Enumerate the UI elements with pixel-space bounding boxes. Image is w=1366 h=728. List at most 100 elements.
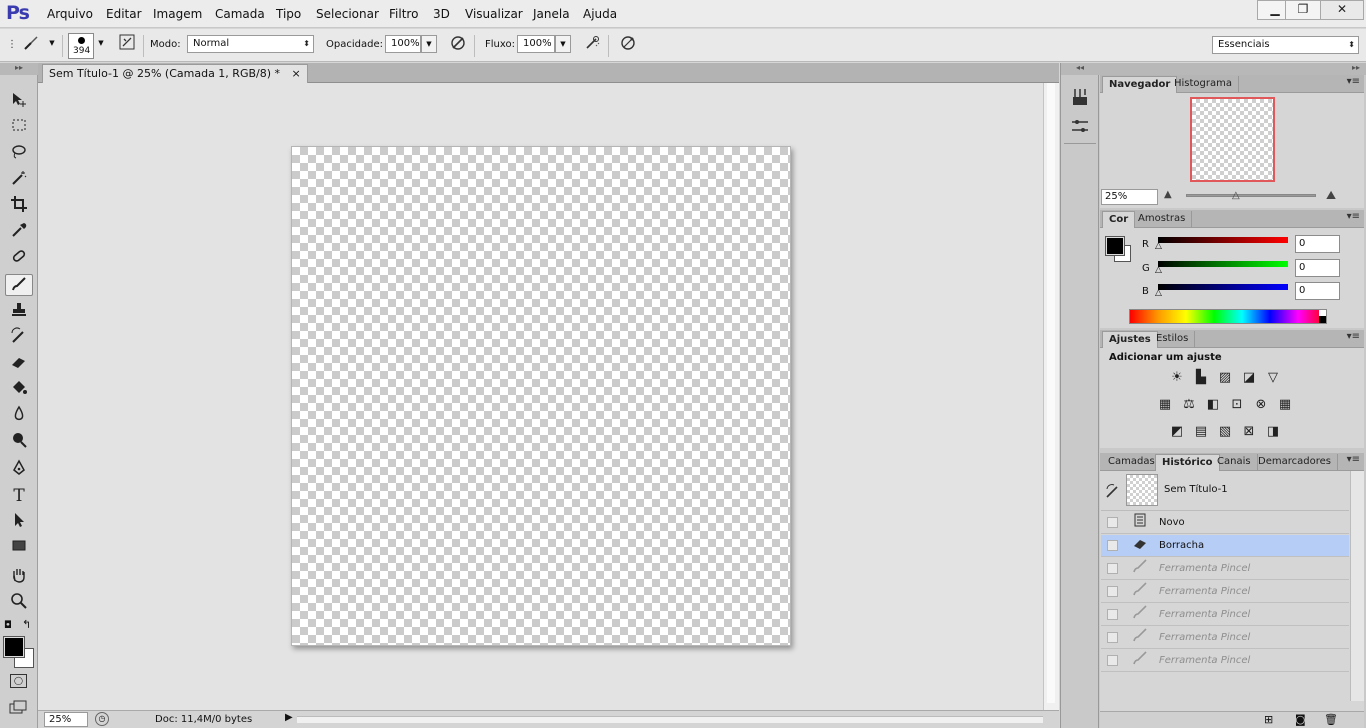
pressure-size-icon[interactable] — [617, 34, 639, 56]
selective-color-icon[interactable]: ⊠ — [1240, 424, 1258, 440]
clone-stamp-icon[interactable] — [5, 301, 33, 323]
black-white-icon[interactable]: ◧ — [1204, 397, 1222, 413]
history-step[interactable]: Ferramenta Pincel — [1101, 650, 1349, 672]
airbrush-icon[interactable] — [581, 34, 603, 56]
history-brush-icon[interactable] — [5, 327, 33, 349]
path-selection-icon[interactable] — [5, 511, 33, 533]
marquee-icon[interactable] — [5, 117, 33, 139]
tab-historico[interactable]: Histórico — [1155, 454, 1220, 471]
menu-editar[interactable]: Editar — [106, 7, 142, 21]
foreground-color-swatch[interactable] — [3, 636, 25, 658]
hand-icon[interactable] — [5, 566, 33, 588]
zoom-input[interactable]: 25% — [44, 712, 88, 727]
crop-icon[interactable] — [5, 195, 33, 217]
menu-arquivo[interactable]: Arquivo — [47, 7, 93, 21]
tab-camadas[interactable]: Camadas — [1102, 454, 1162, 471]
dodge-icon[interactable] — [5, 431, 33, 453]
color-foreground-swatch[interactable] — [1105, 236, 1125, 256]
status-menu-arrow-icon[interactable]: ▶ — [285, 712, 293, 723]
navigator-zoom-input[interactable]: 25% — [1101, 189, 1158, 205]
brush-panel-toggle-icon[interactable] — [116, 34, 138, 56]
g-slider-thumb-icon[interactable]: △ — [1155, 265, 1162, 275]
color-balance-icon[interactable]: ⚖ — [1180, 397, 1198, 413]
levels-icon[interactable]: ▙ — [1192, 370, 1210, 386]
move-icon[interactable] — [5, 91, 33, 113]
threshold-icon[interactable]: ▧ — [1216, 424, 1234, 440]
menu-janela[interactable]: Janela — [533, 7, 570, 21]
delete-state-icon[interactable]: 🗑 — [1324, 713, 1338, 726]
menu-filtro[interactable]: Filtro — [389, 7, 418, 21]
r-slider-thumb-icon[interactable]: △ — [1155, 241, 1162, 251]
panels-collapse-icon[interactable]: ▸▸ — [1099, 63, 1366, 75]
history-source-checkbox[interactable] — [1107, 586, 1118, 597]
menu-tipo[interactable]: Tipo — [276, 7, 301, 21]
eyedropper-icon[interactable] — [5, 221, 33, 243]
history-step[interactable]: Borracha — [1101, 535, 1349, 557]
new-document-from-state-icon[interactable]: ⊞ — [1264, 713, 1273, 726]
r-slider[interactable] — [1158, 237, 1288, 243]
vertical-scrollbar[interactable] — [1043, 83, 1059, 710]
panel-menu-icon[interactable]: ▾≡ — [1347, 211, 1360, 222]
workspace-select[interactable]: Essenciais ⬍ — [1212, 36, 1359, 54]
g-slider[interactable] — [1158, 261, 1288, 267]
history-source-checkbox[interactable] — [1107, 563, 1118, 574]
posterize-icon[interactable]: ▤ — [1192, 424, 1210, 440]
brush-tool-preset-icon[interactable] — [20, 34, 42, 56]
history-step[interactable]: Ferramenta Pincel — [1101, 604, 1349, 626]
history-source-checkbox[interactable] — [1107, 517, 1118, 528]
tab-histograma[interactable]: Histograma — [1168, 76, 1240, 93]
panel-menu-icon[interactable]: ▾≡ — [1347, 76, 1360, 87]
history-source-checkbox[interactable] — [1107, 540, 1118, 551]
color-lookup-icon[interactable]: ▦ — [1276, 397, 1294, 413]
r-value-input[interactable]: 0 — [1295, 235, 1340, 253]
paint-bucket-icon[interactable] — [5, 379, 33, 401]
tab-demarcadores[interactable]: Demarcadores — [1252, 454, 1338, 471]
pressure-opacity-icon[interactable] — [447, 34, 469, 56]
swap-colors-icon[interactable]: ↰ — [22, 618, 31, 631]
zoom-icon[interactable] — [5, 592, 33, 614]
brush-presets-icon[interactable] — [1070, 87, 1090, 107]
dock-collapse-icon[interactable]: ◂◂ — [1061, 63, 1099, 75]
history-step[interactable]: Ferramenta Pincel — [1101, 558, 1349, 580]
menu-visualizar[interactable]: Visualizar — [465, 7, 523, 21]
menu-selecionar[interactable]: Selecionar — [316, 7, 379, 21]
healing-brush-icon[interactable] — [5, 247, 33, 269]
channel-mixer-icon[interactable]: ⊗ — [1252, 397, 1270, 413]
history-snapshot[interactable]: Sem Título-1 — [1101, 471, 1349, 511]
history-step[interactable]: Ferramenta Pincel — [1101, 627, 1349, 649]
zoom-in-icon[interactable]: ⛰ — [1326, 188, 1336, 203]
history-scrollbar[interactable] — [1350, 471, 1364, 701]
close-tab-icon[interactable]: × — [292, 67, 301, 80]
transparent-canvas[interactable] — [291, 146, 791, 646]
magic-wand-icon[interactable] — [5, 169, 33, 191]
quick-mask-icon[interactable]: ◯ — [10, 674, 27, 688]
mode-select[interactable]: Normal ⬍ — [187, 35, 314, 53]
b-slider-thumb-icon[interactable]: △ — [1155, 288, 1162, 298]
history-step[interactable]: Novo — [1101, 512, 1349, 534]
history-source-checkbox[interactable] — [1107, 609, 1118, 620]
b-value-input[interactable]: 0 — [1295, 282, 1340, 300]
menu-3d[interactable]: 3D — [433, 7, 450, 21]
history-step[interactable]: Ferramenta Pincel — [1101, 581, 1349, 603]
curves-icon[interactable]: ▨ — [1216, 370, 1234, 386]
tab-canais[interactable]: Canais — [1211, 454, 1258, 471]
panel-menu-icon[interactable]: ▾≡ — [1347, 331, 1360, 342]
default-colors-icon[interactable]: ◘ — [4, 620, 12, 631]
eraser-icon[interactable] — [5, 353, 33, 375]
restore-button[interactable]: ❐ — [1285, 0, 1321, 20]
brush-panel-icon[interactable] — [1070, 116, 1090, 136]
close-button[interactable]: ✕ — [1320, 0, 1364, 20]
lasso-icon[interactable] — [5, 143, 33, 165]
zoom-out-icon[interactable]: ▲ — [1164, 189, 1172, 200]
horizontal-scrollbar[interactable] — [297, 716, 1043, 723]
new-snapshot-icon[interactable]: ◙ — [1295, 713, 1306, 726]
g-value-input[interactable]: 0 — [1295, 259, 1340, 277]
tool-preset-dropdown-icon[interactable]: ▼ — [44, 35, 60, 53]
history-source-checkbox[interactable] — [1107, 632, 1118, 643]
vibrance-icon[interactable]: ▽ — [1264, 370, 1282, 386]
scroll-thumb[interactable] — [1047, 83, 1055, 703]
brightness-contrast-icon[interactable]: ☀ — [1168, 370, 1186, 386]
hue-saturation-icon[interactable]: ▦ — [1156, 397, 1174, 413]
color-spectrum-ramp[interactable] — [1129, 309, 1327, 324]
brush-size-preview[interactable]: 394 — [68, 33, 94, 59]
